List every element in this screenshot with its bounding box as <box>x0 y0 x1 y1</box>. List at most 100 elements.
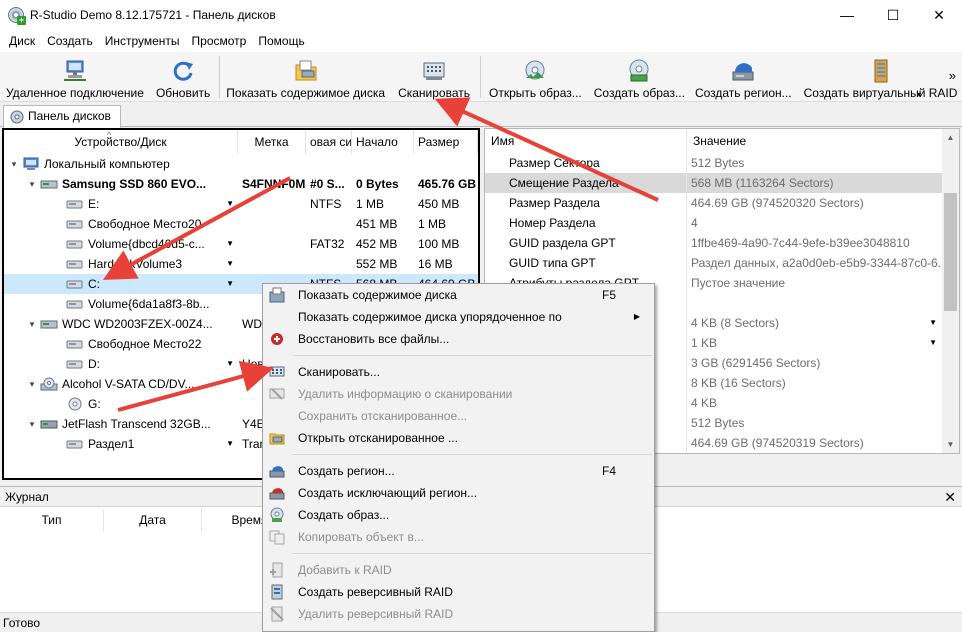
open-image-button[interactable]: Открыть образ... <box>489 52 582 100</box>
disk-cell-start: 451 MB <box>356 217 398 231</box>
property-row[interactable]: Размер Сектора 512 Bytes <box>485 153 943 173</box>
properties-scrollbar[interactable]: ▲ ▼ <box>942 129 959 453</box>
dropdown-arrow-icon[interactable]: ▼ <box>226 274 234 294</box>
context-menu-item[interactable]: Создать исключающий регион... <box>263 482 654 504</box>
dropdown-arrow-icon[interactable]: ▼ <box>226 234 234 254</box>
disk-row[interactable]: Свободное Место20 451 MB 1 MB <box>4 214 478 234</box>
toolbar-separator <box>480 56 482 98</box>
disk-row[interactable]: E: ▼ NTFS 1 MB 450 MB <box>4 194 478 214</box>
dropdown-arrow-icon[interactable]: ▼ <box>929 333 937 353</box>
property-row[interactable]: Номер Раздела 4 <box>485 213 943 233</box>
dropdown-arrow-icon[interactable]: ▼ <box>226 434 234 454</box>
scan-button[interactable]: Сканировать <box>398 52 470 100</box>
toolbar-separator <box>219 56 221 98</box>
scrollbar-thumb[interactable] <box>944 193 957 311</box>
remote-connection-button[interactable]: Удаленное подключение <box>6 52 144 100</box>
create-image-button[interactable]: Создать образ... <box>594 52 685 100</box>
property-value: 568 MB (1163264 Sectors) <box>687 173 943 193</box>
disk-cell-name: HarddiskVolume3 ▼ <box>4 254 238 274</box>
create-region-button[interactable]: Создать регион... <box>695 52 792 100</box>
column-header-name[interactable]: Имя <box>485 129 687 153</box>
disk-cell-fs: NTFS <box>310 197 342 211</box>
disk-row[interactable]: HarddiskVolume3 ▼ 552 MB 16 MB <box>4 254 478 274</box>
property-value: 512 Bytes <box>687 413 943 433</box>
menu-separator <box>293 355 652 356</box>
property-row[interactable]: GUID типа GPT Раздел данных, a2a0d0eb-e5b… <box>485 253 943 273</box>
menu-item-label: Показать содержимое диска <box>298 288 457 302</box>
context-menu-item[interactable]: Показать содержимое диска упорядоченное … <box>263 306 654 328</box>
property-value-text: 4 KB (8 Sectors) <box>691 316 780 330</box>
property-value-text: 464.69 GB (974520320 Sectors) <box>691 196 864 210</box>
maximize-button[interactable]: ☐ <box>870 0 916 30</box>
property-value-text: Раздел данных, a2a0d0eb-e5b9-3344-87c0-6… <box>691 256 943 270</box>
disk-cell-name: Раздел1 ▼ <box>4 434 238 454</box>
property-value-text: 512 Bytes <box>691 156 745 170</box>
column-header-device[interactable]: ^ Устройство/Диск <box>4 130 238 154</box>
disk-cell-name: Свободное Место22 <box>4 334 238 354</box>
property-row[interactable]: Размер Раздела 464.69 GB (974520320 Secto… <box>485 193 943 213</box>
minimize-button[interactable]: — <box>824 0 870 30</box>
menu-separator <box>293 553 652 554</box>
column-header-value[interactable]: Значение <box>687 129 943 153</box>
create-region-icon <box>730 58 756 84</box>
context-menu-item[interactable]: Восстановить все файлы... <box>263 328 654 350</box>
disk-name: Volume{dbcd40d5-c... <box>88 237 205 251</box>
menu-bar: Диск Создать Инструменты Просмотр Помощь <box>0 30 962 52</box>
column-header-size[interactable]: Размер <box>414 130 478 154</box>
close-button[interactable]: ✕ <box>916 0 962 30</box>
column-header-fs[interactable]: овая си <box>306 130 352 154</box>
context-menu-item[interactable]: Создать образ... <box>263 504 654 526</box>
raid-dropdown-arrow[interactable]: ▾ <box>917 90 921 99</box>
scroll-up-icon[interactable]: ▲ <box>942 129 959 146</box>
expand-chevron-icon[interactable]: ▾ <box>26 314 38 334</box>
expand-chevron-icon[interactable]: ▾ <box>26 374 38 394</box>
disk-cell-label <box>238 234 306 254</box>
dropdown-arrow-icon[interactable]: ▼ <box>929 313 937 333</box>
property-value-text: 4 KB <box>691 396 718 410</box>
property-value: 4 KB (8 Sectors) ▼ <box>687 313 943 333</box>
menu-help[interactable]: Помощь <box>252 34 310 48</box>
expand-chevron-icon[interactable]: ▾ <box>26 174 38 194</box>
dropdown-arrow-icon[interactable]: ▼ <box>226 194 234 214</box>
context-menu-item[interactable]: Создать реверсивный RAID <box>263 581 654 603</box>
disk-cell-name: C: ▼ <box>4 274 238 294</box>
journal-column-date[interactable]: Дата <box>104 509 202 531</box>
show-contents-button[interactable]: Показать содержимое диска <box>226 52 385 100</box>
restore-icon <box>269 331 285 347</box>
menu-disk[interactable]: Диск <box>3 34 41 48</box>
context-menu-item[interactable]: Открыть отсканированное ... <box>263 427 654 449</box>
menu-tools[interactable]: Инструменты <box>99 34 186 48</box>
menu-create[interactable]: Создать <box>41 34 99 48</box>
copy-object-icon <box>269 529 285 545</box>
expand-chevron-icon[interactable]: ▾ <box>26 414 38 434</box>
column-header-start[interactable]: Начало <box>352 130 414 154</box>
property-row[interactable]: Смещение Раздела 568 MB (1163264 Sectors) <box>485 173 943 193</box>
tab-disk-panel[interactable]: Панель дисков <box>3 105 121 128</box>
status-text: Готово <box>3 616 41 630</box>
property-value-text: 1 KB <box>691 336 718 350</box>
dropdown-arrow-icon[interactable]: ▼ <box>226 354 234 374</box>
property-value: 464.69 GB (974520319 Sectors) <box>687 433 943 453</box>
disk-name: HarddiskVolume3 <box>88 257 183 271</box>
toolbar-overflow-button[interactable]: » <box>949 68 956 83</box>
disk-cell-start <box>352 154 414 174</box>
context-menu-item[interactable]: Показать содержимое диска F5 <box>263 284 654 306</box>
refresh-button[interactable]: Обновить <box>156 52 210 100</box>
create-virtual-raid-button[interactable]: Создать виртуальный RAID <box>804 52 957 100</box>
disk-row[interactable]: Volume{dbcd40d5-c... ▼ FAT32 452 MB 100 MB <box>4 234 478 254</box>
journal-column-type[interactable]: Тип <box>0 509 104 531</box>
menu-view[interactable]: Просмотр <box>186 34 253 48</box>
column-header-label[interactable]: Метка <box>238 130 306 154</box>
journal-close-icon[interactable]: ✕ <box>944 487 956 507</box>
scroll-down-icon[interactable]: ▼ <box>942 436 959 453</box>
disk-row[interactable]: ▾ Samsung SSD 860 EVO... S4FNNF0MA... #0 S.… <box>4 174 478 194</box>
context-menu: Показать содержимое диска F5 Показать соде… <box>262 283 655 632</box>
expand-chevron-icon[interactable]: ▾ <box>8 154 20 174</box>
create-region-label: Создать регион... <box>694 86 792 100</box>
dropdown-arrow-icon[interactable]: ▼ <box>226 254 234 274</box>
property-value <box>687 293 943 313</box>
context-menu-item[interactable]: Создать регион... F4 <box>263 460 654 482</box>
property-row[interactable]: GUID раздела GPT 1ffbe469-4a90-7c44-9efe-… <box>485 233 943 253</box>
context-menu-item[interactable]: Сканировать... <box>263 361 654 383</box>
disk-row[interactable]: ▾ Локальный компьютер <box>4 154 478 174</box>
